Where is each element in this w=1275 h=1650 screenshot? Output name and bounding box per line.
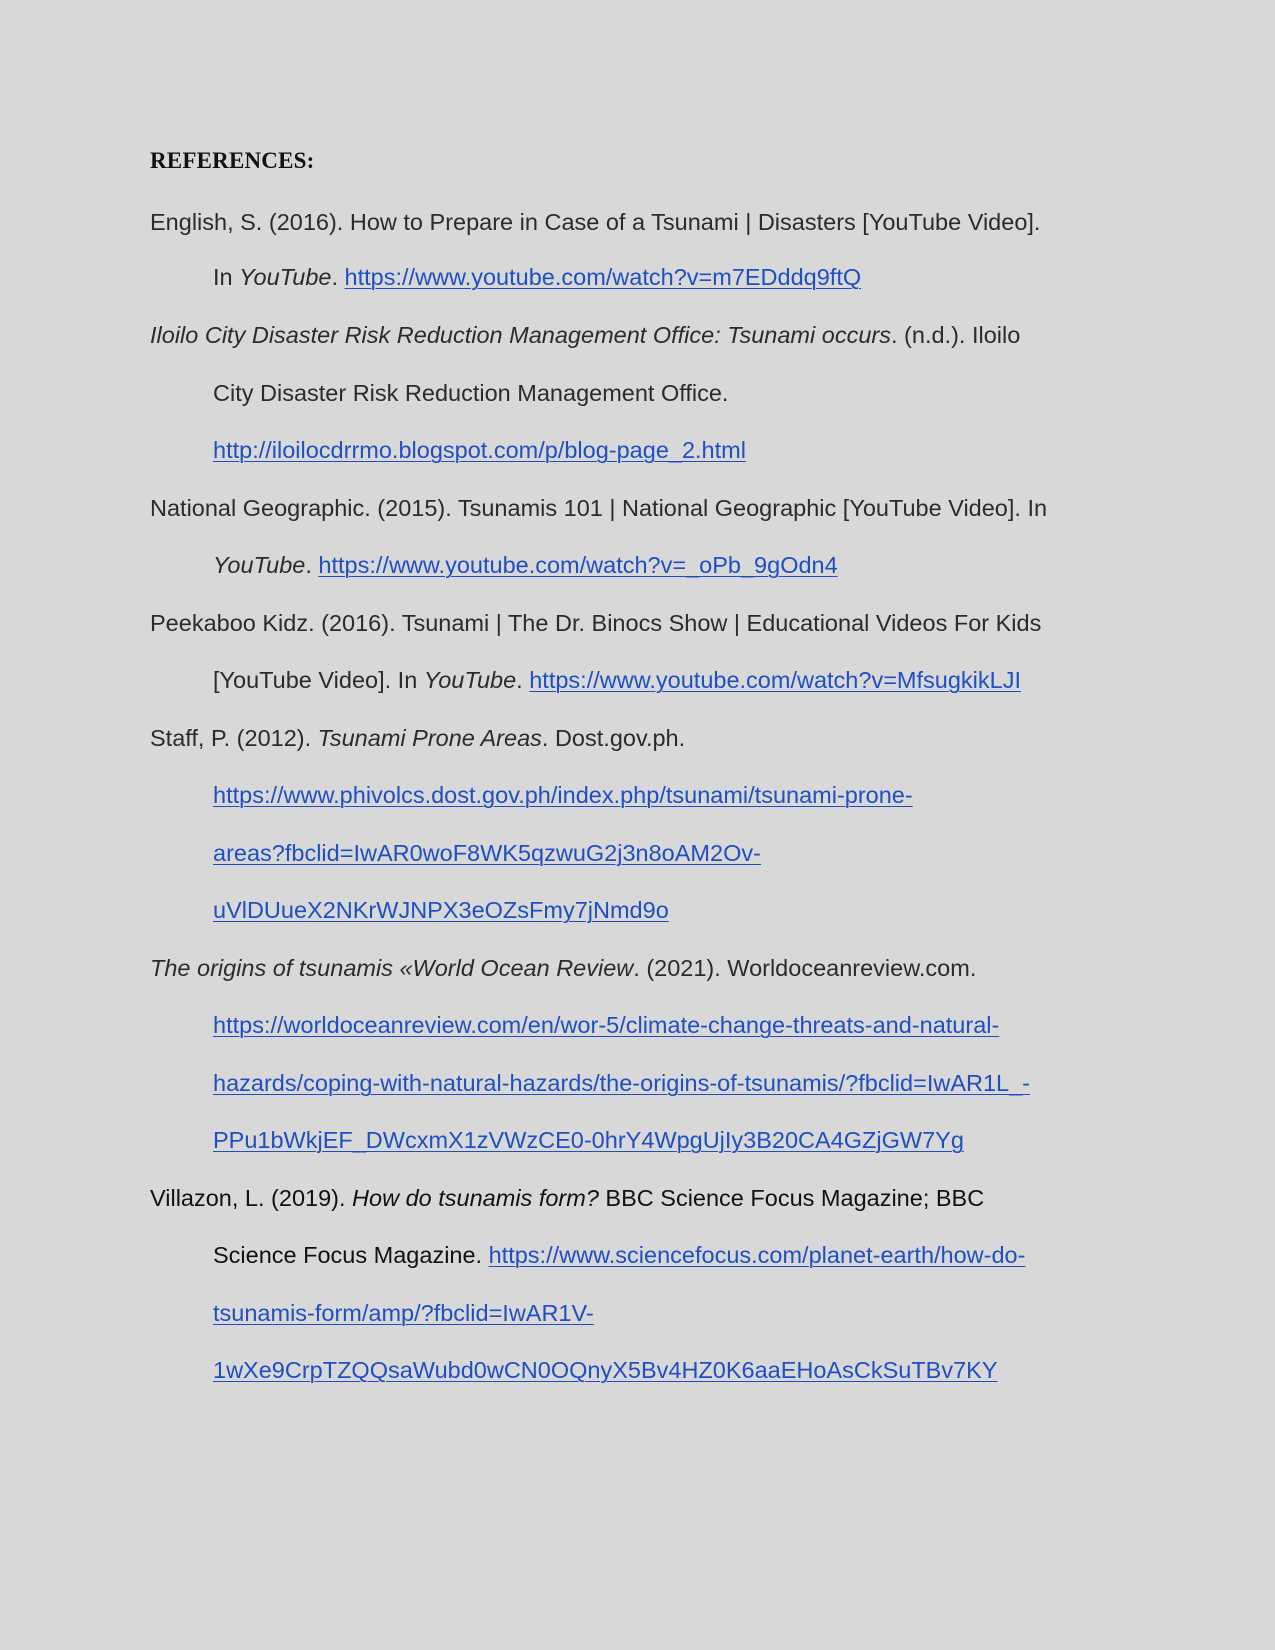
reference-2-text: . (n.d.). Iloilo [890,322,1021,348]
reference-5-site: . Dost.gov.ph. [541,725,686,751]
reference-6-line-4: PPu1bWkjEF_DWcxmX1zVWzCE0-0hrY4WpgUjIy3B… [213,1125,964,1155]
reference-7-line-3: tsunamis-form/amp/?fbclid=IwAR1V- [213,1298,594,1328]
reference-7-link-continued[interactable]: tsunamis-form/amp/?fbclid=IwAR1V- [213,1300,594,1326]
reference-5-author: Staff, P. (2012). [150,725,318,751]
reference-2-line-1: Iloilo City Disaster Risk Reduction Mana… [150,320,1020,350]
reference-5-line-4: uVlDUueX2NKrWJNPX3eOZsFmy7jNmd9o [213,895,669,925]
reference-6-link-end[interactable]: PPu1bWkjEF_DWcxmX1zVWzCE0-0hrY4WpgUjIy3B… [213,1127,964,1153]
reference-3-link[interactable]: https://www.youtube.com/watch?v=_oPb_9gO… [318,552,837,578]
reference-1-line-1: English, S. (2016). How to Prepare in Ca… [150,207,1040,237]
reference-3-punct: . [305,552,319,578]
reference-3-line-1: National Geographic. (2015). Tsunamis 10… [150,493,1047,523]
reference-1-punct: . [331,264,345,290]
reference-7-link[interactable]: https://www.sciencefocus.com/planet-eart… [489,1242,1026,1268]
reference-6-link[interactable]: https://worldoceanreview.com/en/wor-5/cl… [213,1012,999,1038]
reference-7-link-end[interactable]: 1wXe9CrpTZQQsaWubd0wCN0OQnyX5Bv4HZ0K6aaE… [213,1357,998,1383]
reference-7-line-2: Science Focus Magazine. https://www.scie… [213,1240,1025,1270]
reference-6-text: . (2021). Worldoceanreview.com. [633,955,977,981]
reference-5-link-end[interactable]: uVlDUueX2NKrWJNPX3eOZsFmy7jNmd9o [213,897,669,923]
reference-6-line-2: https://worldoceanreview.com/en/wor-5/cl… [213,1010,999,1040]
reference-1-line-2: In YouTube. https://www.youtube.com/watc… [213,262,861,292]
reference-3-source: YouTube [213,552,306,578]
reference-4-source: YouTube [423,667,517,693]
reference-4-punct: . [516,667,530,693]
reference-7-line-1: Villazon, L. (2019). How do tsunamis for… [150,1183,984,1213]
reference-6-title: The origins of tsunamis «World Ocean Rev… [150,955,634,981]
reference-6-link-continued[interactable]: hazards/coping-with-natural-hazards/the-… [213,1070,1030,1096]
reference-7-title: How do tsunamis form? [352,1185,599,1211]
reference-5-link-continued[interactable]: areas?fbclid=IwAR0woF8WK5qzwuG2j3n8oAM2O… [213,840,761,866]
reference-7-line-4: 1wXe9CrpTZQQsaWubd0wCN0OQnyX5Bv4HZ0K6aaE… [213,1355,998,1385]
reference-3-line-2: YouTube. https://www.youtube.com/watch?v… [213,550,838,580]
reference-2-line-3: http://iloilocdrrmo.blogspot.com/p/blog-… [213,435,746,465]
reference-2-line-2: City Disaster Risk Reduction Management … [213,378,728,408]
reference-7-author: Villazon, L. (2019). [150,1185,353,1211]
reference-1-prefix: In [213,264,240,290]
reference-7-publisher-continued: Science Focus Magazine. [213,1242,489,1268]
reference-2-link[interactable]: http://iloilocdrrmo.blogspot.com/p/blog-… [213,437,746,463]
reference-5-link[interactable]: https://www.phivolcs.dost.gov.ph/index.p… [213,782,913,808]
reference-2-publisher: City Disaster Risk Reduction Management … [213,380,729,406]
reference-3-text: National Geographic. (2015). Tsunamis 10… [150,495,1048,521]
reference-6-line-3: hazards/coping-with-natural-hazards/the-… [213,1068,1030,1098]
reference-4-text: Peekaboo Kidz. (2016). Tsunami | The Dr.… [150,610,1042,636]
reference-2-title: Iloilo City Disaster Risk Reduction Mana… [150,322,891,348]
reference-5-line-3: areas?fbclid=IwAR0woF8WK5qzwuG2j3n8oAM2O… [213,838,761,868]
reference-6-line-1: The origins of tsunamis «World Ocean Rev… [150,953,976,983]
reference-4-line-1: Peekaboo Kidz. (2016). Tsunami | The Dr.… [150,608,1041,638]
document-page: REFERENCES: English, S. (2016). How to P… [0,0,1275,1650]
reference-4-line-2: [YouTube Video]. In YouTube. https://www… [213,665,1021,695]
reference-1-link[interactable]: https://www.youtube.com/watch?v=m7EDddq9… [345,264,862,290]
reference-4-link[interactable]: https://www.youtube.com/watch?v=Mfsugkik… [529,667,1021,693]
reference-1-text: English, S. (2016). How to Prepare in Ca… [150,209,1041,235]
reference-5-line-1: Staff, P. (2012). Tsunami Prone Areas. D… [150,723,685,753]
reference-5-line-2: https://www.phivolcs.dost.gov.ph/index.p… [213,780,913,810]
references-heading: REFERENCES: [150,148,315,173]
reference-5-title: Tsunami Prone Areas [317,725,542,751]
reference-1-source: YouTube [239,264,332,290]
reference-4-prefix: [YouTube Video]. In [213,667,424,693]
reference-7-publisher: BBC Science Focus Magazine; BBC [598,1185,985,1211]
